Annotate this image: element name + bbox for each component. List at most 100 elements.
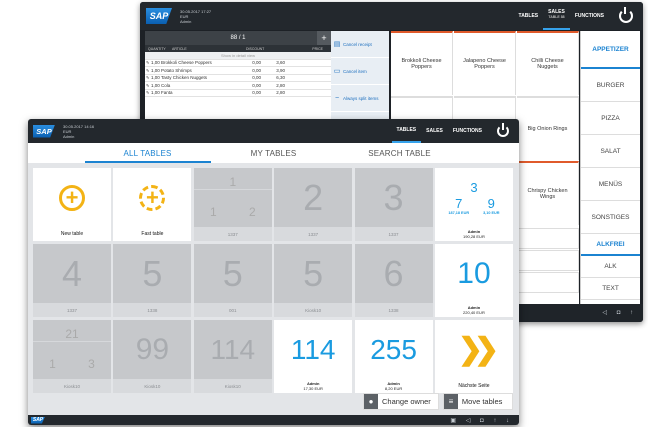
table-amount: 220,40 EUR xyxy=(463,310,485,315)
nav-tables[interactable]: TABLES xyxy=(391,119,422,143)
sap-logo-small: SAP xyxy=(31,416,45,424)
category-salat[interactable]: SALAT xyxy=(581,135,640,168)
row-price: 2,80 xyxy=(276,90,285,96)
add-icon[interactable]: + xyxy=(317,31,331,45)
fast-table-tile[interactable]: + Fast table xyxy=(113,168,192,241)
tab-all-tables[interactable]: ALL TABLES xyxy=(84,145,211,163)
tile-footer: Fast table xyxy=(113,227,192,241)
drink-tile[interactable] xyxy=(517,228,579,249)
table-tabs: ALL TABLES MY TABLES SEARCH TABLE xyxy=(28,143,519,163)
tile-footer: 1337 xyxy=(274,227,353,241)
drink-tile[interactable] xyxy=(517,272,579,293)
system-icons: ▣ ◁ ◘ ↑ ↓ xyxy=(450,417,513,424)
table-number: 4 xyxy=(61,252,83,294)
split-items-button[interactable]: − Always split items xyxy=(331,85,389,112)
table-tile-occupied[interactable]: 10 Admin 220,40 EUR xyxy=(434,244,513,317)
datetime: 30.05.2017 17:27 xyxy=(180,8,212,14)
table-tile[interactable]: 3 1337 xyxy=(354,168,433,241)
receipt-row[interactable]: ✎ 1,00 Cola 0,00 2,80 xyxy=(145,82,331,90)
table-tile[interactable]: 2 1337 xyxy=(274,168,353,241)
table-tile[interactable]: 4 1337 xyxy=(33,244,111,317)
new-table-tile[interactable]: + New table xyxy=(33,168,111,241)
item-icon: ▭ xyxy=(333,68,341,75)
category-pizza[interactable]: PIZZA xyxy=(581,102,640,135)
table-number: 3 xyxy=(383,176,404,218)
category-appetizer[interactable]: APPETIZER xyxy=(581,31,640,69)
subtable-number: 7 xyxy=(455,195,463,211)
nav-functions[interactable]: FUNCTIONS xyxy=(570,2,609,30)
receipt-row[interactable]: ✎ 1,00 Brokkoli Cheese Poppers 0,00 3,60 xyxy=(145,60,331,67)
table-number: 2 xyxy=(303,176,324,218)
category-menus[interactable]: MENÜS xyxy=(581,168,640,201)
table-amount: 17,30 EUR xyxy=(303,386,323,391)
table-number: 114 xyxy=(210,333,256,365)
subtable-number: 3 xyxy=(88,357,95,372)
category-burger[interactable]: BURGER xyxy=(581,69,640,102)
cancel-item-button[interactable]: ▭ Cancel item xyxy=(331,58,389,85)
nav-sales[interactable]: SALES TABLE 88 xyxy=(543,2,570,30)
next-page-tile[interactable]: ❯❯ Nächste Seite xyxy=(434,320,513,393)
row-qty: 1,00 xyxy=(151,82,160,88)
receipt-row[interactable]: ✎ 1,00 Fanta 0,00 2,80 xyxy=(145,90,331,97)
receipt-icon: ▤ xyxy=(333,41,341,48)
move-tables-button[interactable]: ≡ Move tables xyxy=(442,393,513,410)
receipt-row[interactable]: ✎ 1,00 Potato Shrimps 0,00 3,90 xyxy=(145,67,331,75)
power-icon[interactable] xyxy=(619,7,633,23)
subtable-number: 1 xyxy=(49,357,56,372)
tile-footer: New table xyxy=(33,227,111,241)
sap-logo: SAP xyxy=(146,8,172,24)
table-number: 21 xyxy=(33,327,111,343)
category-sonstiges[interactable]: SONSTIGES xyxy=(581,201,640,234)
menu-icon: ≡ xyxy=(443,394,458,409)
product-tile[interactable]: Jalapeno Cheese Poppers xyxy=(454,31,516,95)
tab-search-table[interactable]: SEARCH TABLE xyxy=(337,145,463,163)
table-tile[interactable]: 1 1 2 1337 xyxy=(193,168,272,241)
change-owner-button[interactable]: ● Change owner xyxy=(363,393,439,410)
tile-footer: Nächste Seite xyxy=(434,379,513,393)
table-tile-occupied[interactable]: 114 Admin 17,30 EUR xyxy=(274,320,353,393)
tile-footer: Kiosk10 xyxy=(274,303,353,317)
col-discount: DISCOUNT xyxy=(246,46,265,51)
category-text[interactable]: TEXT xyxy=(581,278,640,300)
category-alkfrei[interactable]: ALKFREI xyxy=(581,234,640,256)
table-tile[interactable]: 5 Kiosk10 xyxy=(274,244,353,317)
row-discount: 0,00 xyxy=(252,90,261,96)
row-qty: 1,00 xyxy=(151,90,160,96)
receipt-row[interactable]: ✎ 1,00 Tasty Chicken Nuggets 0,00 6,30 xyxy=(145,75,331,82)
table-tile[interactable]: 5 1338 xyxy=(113,244,192,317)
session-info: 30.05.2017 17:27 EUR Admin xyxy=(180,9,211,24)
table-number: 10 xyxy=(457,256,491,290)
tile-footer: Admin 17,30 EUR xyxy=(274,379,353,393)
receipt-subheader[interactable]: Show in detail view xyxy=(145,52,331,60)
product-tile[interactable]: Chilli Cheese Nuggets xyxy=(517,31,579,95)
session-info: 30.05.2017 14:16 EUR Admin xyxy=(63,124,94,139)
product-tile[interactable]: Big Onion Rings xyxy=(517,96,579,160)
table-grid: + New table + Fast table 1 1 2 1337 2 13… xyxy=(33,168,513,393)
category-alk[interactable]: ALK xyxy=(581,256,640,278)
table-tile-occupied[interactable]: 3 7 187,18 EUR 9 3,10 EUR Admin 190,28 EUR xyxy=(434,168,513,241)
row-article: Potato Shrimps xyxy=(161,67,192,73)
nav-sales[interactable]: SALES xyxy=(421,119,448,143)
table-amount: 190,28 EUR xyxy=(463,234,485,239)
table-tile-occupied[interactable]: 255 Admin 8,20 EUR xyxy=(354,320,433,393)
table-tile[interactable]: 21 1 3 Kiosk10 xyxy=(33,320,111,393)
tile-footer: 1337 xyxy=(354,227,433,241)
nav-functions[interactable]: FUNCTIONS xyxy=(448,119,487,143)
row-discount: 0,00 xyxy=(252,60,261,66)
table-number: 255 xyxy=(370,333,417,365)
power-icon[interactable] xyxy=(497,123,509,137)
table-tile[interactable]: 114 Kiosk10 xyxy=(193,320,272,393)
table-tile[interactable]: 5 001 xyxy=(193,244,272,317)
drink-tile[interactable] xyxy=(517,250,579,271)
nav-tables[interactable]: TABLES xyxy=(514,2,544,30)
product-tile[interactable]: Brokkoli Cheese Poppers xyxy=(391,31,453,95)
category-list: APPETIZER BURGER PIZZA SALAT MENÜS SONST… xyxy=(580,31,640,321)
table-tile[interactable]: 6 1338 xyxy=(354,244,433,317)
datetime: 30.05.2017 14:16 xyxy=(63,123,95,129)
tab-my-tables[interactable]: MY TABLES xyxy=(211,145,337,163)
product-tile[interactable]: Chrispy Chicken Wings xyxy=(517,161,579,225)
table-tile[interactable]: 99 Kiosk10 xyxy=(113,320,192,393)
table-number: 5 xyxy=(142,252,163,294)
receipt-columns: QUANTITY ARTICLE DISCOUNT PRICE xyxy=(145,45,331,52)
cancel-receipt-button[interactable]: ▤ Cancel receipt xyxy=(331,31,389,58)
